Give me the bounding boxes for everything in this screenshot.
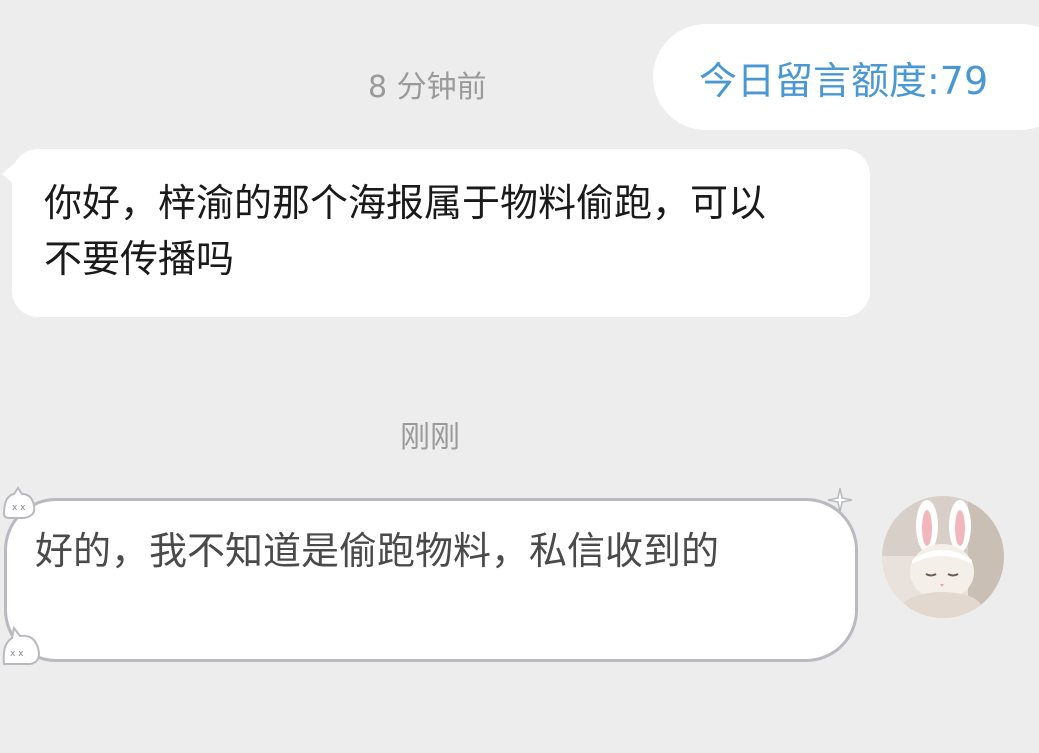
svg-text:x x: x x: [10, 649, 24, 659]
message-quota-badge: 今日留言额度:79: [653, 24, 1039, 130]
avatar[interactable]: [882, 496, 1004, 618]
outgoing-message-bubble[interactable]: 好的，我不知道是偷跑物料，私信收到的: [4, 498, 858, 662]
outgoing-message-text: 好的，我不知道是偷跑物料，私信收到的: [35, 529, 720, 573]
incoming-message-text: 你好，梓渝的那个海报属于物料偷跑，可以不要传播吗: [44, 181, 767, 281]
sparkle-icon: [827, 487, 853, 513]
message-quota-text: 今日留言额度:79: [699, 58, 989, 103]
svg-text:x x: x x: [12, 503, 26, 513]
message-timestamp: 8 分钟前: [368, 70, 487, 105]
cat-sticker-icon: x x: [2, 625, 40, 665]
message-timestamp: 刚刚: [400, 420, 460, 455]
incoming-message-bubble[interactable]: 你好，梓渝的那个海报属于物料偷跑，可以不要传播吗: [12, 149, 870, 317]
cat-sticker-icon: x x: [2, 486, 36, 519]
cat-with-bunny-ears-avatar-icon: [882, 496, 1004, 618]
